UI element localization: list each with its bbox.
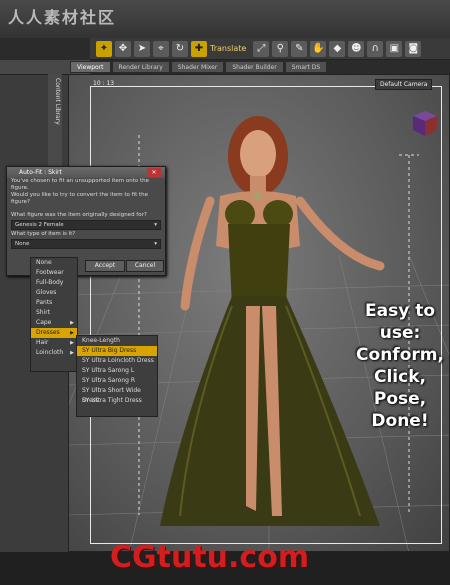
node-select-icon[interactable]: ⌖: [153, 40, 169, 57]
submenu-item-short-wide-dress[interactable]: SY Ultra Short Wide Dress: [77, 386, 157, 404]
menu-item-shirt[interactable]: Shirt: [31, 308, 77, 318]
magnet-icon[interactable]: ∩: [367, 40, 384, 57]
menu-item-hair[interactable]: Hair ▶: [31, 338, 77, 348]
figure-icon[interactable]: ☻: [348, 40, 365, 57]
promo-line: Click,: [374, 367, 426, 387]
chevron-right-icon: ▶: [70, 320, 74, 326]
chevron-right-icon: ▶: [70, 350, 74, 356]
promo-text: Easy to use: Conform, Click, Pose, Done!: [345, 300, 450, 432]
dresses-submenu: Knee-Length SY Ultra Big Dress SY Ultra …: [76, 335, 158, 417]
chevron-down-icon: ▾: [154, 222, 157, 228]
submenu-item-sarong-r[interactable]: SY Ultra Sarong R: [77, 376, 157, 386]
tab-smart-ds[interactable]: Smart DS: [284, 61, 328, 73]
dialog-question-1: What figure was the item originally desi…: [11, 212, 147, 218]
view-cube-icon[interactable]: [410, 108, 440, 138]
camera-select[interactable]: Default Camera: [375, 79, 433, 90]
submenu-item-loincloth-dress[interactable]: SY Ultra Loincloth Dress: [77, 356, 157, 366]
pointer-icon[interactable]: ➤: [134, 40, 150, 57]
dialog-title: Auto-Fit : Skirt ✕: [7, 167, 165, 178]
chevron-down-icon: ▾: [154, 241, 157, 247]
watermark-top: 人人素材社区: [8, 8, 117, 27]
rotate-icon[interactable]: ↻: [172, 40, 188, 57]
joint-editor-icon[interactable]: ⚲: [272, 40, 289, 57]
item-type-select[interactable]: None ▾: [11, 239, 161, 249]
dialog-question-2: What type of item is it?: [11, 231, 76, 237]
select-tool-icon[interactable]: ✦: [96, 40, 112, 57]
figure-select-value: Genesis 2 Female: [15, 222, 64, 228]
main-toolbar: ✦ ✥ ➤ ⌖ ↻ ✚ Translate ⤢ ⚲ ✎ ✋ ◆ ☻ ∩ ▣ ◙: [90, 38, 450, 60]
tab-content-library[interactable]: Content Library: [49, 78, 61, 125]
tab-viewport[interactable]: Viewport: [70, 61, 111, 73]
render-settings-icon[interactable]: ▣: [386, 40, 403, 57]
promo-line: use:: [379, 323, 421, 343]
tab-shader-mixer[interactable]: Shader Mixer: [170, 61, 225, 73]
menu-item-gloves[interactable]: Gloves: [31, 288, 77, 298]
menu-item-loincloth[interactable]: Loincloth ▶: [31, 348, 77, 358]
camera-icon[interactable]: ◙: [405, 40, 422, 57]
figure-select[interactable]: Genesis 2 Female ▾: [11, 220, 161, 230]
menu-item-pants[interactable]: Pants: [31, 298, 77, 308]
tab-render-library[interactable]: Render Library: [111, 61, 170, 73]
dialog-title-text: Auto-Fit : Skirt: [19, 169, 62, 176]
translate-label[interactable]: Translate: [210, 44, 246, 53]
menu-item-footwear[interactable]: Footwear: [31, 268, 77, 278]
submenu-item-tight-dress[interactable]: SY Ultra Tight Dress: [77, 396, 157, 406]
promo-line: Conform,: [356, 345, 444, 365]
hand-icon[interactable]: ✋: [310, 40, 327, 57]
geometry-icon[interactable]: ◆: [329, 40, 346, 57]
chevron-right-icon: ▶: [70, 340, 74, 346]
render-icon[interactable]: ✎: [291, 40, 308, 57]
menu-item-full-body[interactable]: Full-Body: [31, 278, 77, 288]
universal-tool-icon[interactable]: ✥: [115, 40, 131, 57]
viewport-tabs: Viewport Render Library Shader Mixer Sha…: [70, 61, 328, 73]
item-type-value: None: [15, 241, 30, 247]
promo-line: Easy to: [364, 301, 435, 321]
item-type-menu: None Footwear Full-Body Gloves Pants Shi…: [30, 257, 78, 372]
promo-line: Done!: [371, 411, 429, 431]
viewport-size-label: 10 : 13: [93, 80, 115, 87]
tab-shader-builder[interactable]: Shader Builder: [225, 61, 284, 73]
menu-item-cape[interactable]: Cape ▶: [31, 318, 77, 328]
close-icon[interactable]: ✕: [147, 168, 161, 177]
cancel-button[interactable]: Cancel: [126, 260, 164, 272]
dialog-message-1: You've chosen to fit an unsupported item…: [11, 178, 150, 191]
submenu-item-sarong-l[interactable]: SY Ultra Sarong L: [77, 366, 157, 376]
promo-line: Pose,: [373, 389, 427, 409]
accept-button[interactable]: Accept: [85, 260, 125, 272]
menu-item-none[interactable]: None: [31, 258, 77, 268]
chevron-right-icon: ▶: [70, 330, 74, 336]
submenu-item-knee-length[interactable]: Knee-Length: [77, 336, 157, 346]
translate-icon[interactable]: ✚: [191, 40, 207, 57]
dialog-message-2: Would you like to try to convert the ite…: [11, 192, 149, 205]
menu-item-dresses[interactable]: Dresses ▶: [31, 328, 77, 338]
submenu-item-big-dress[interactable]: SY Ultra Big Dress: [77, 346, 157, 356]
scale-icon[interactable]: ⤢: [253, 40, 270, 57]
watermark-bottom: CGtutu.com: [110, 540, 310, 575]
